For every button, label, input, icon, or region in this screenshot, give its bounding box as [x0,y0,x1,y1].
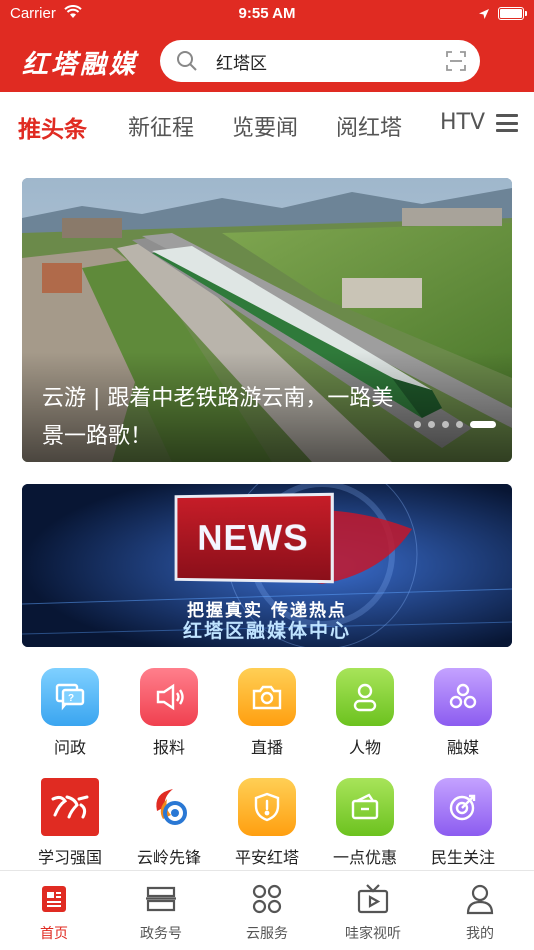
search-input[interactable] [216,48,416,74]
tab-tuitoutiao[interactable]: 推头条 [18,110,87,144]
news-center-banner[interactable]: NEWS 把握真实 传递热点 红塔区融媒体中心 [22,484,512,647]
nav-label: 哇家视听 [345,926,401,942]
news-badge-text: NEWS [197,516,309,559]
channel-tabs: 推头条 新征程 览要闻 阅红塔 HTV [0,92,534,158]
service-yidianyouhui[interactable]: 一点优惠 [325,778,405,868]
service-zhibo[interactable]: 直播 [227,668,307,758]
wallet-icon [336,778,394,836]
target-icon [434,778,492,836]
service-label: 直播 [250,738,283,757]
news-badge: NEWS [174,492,334,584]
tab-htv[interactable]: HTV [440,110,485,135]
nav-label: 我的 [466,926,494,942]
nav-home[interactable]: 首页 [14,881,94,943]
service-label: 报料 [152,738,185,757]
camera-icon [238,668,296,726]
yunling-logo-icon [140,778,198,836]
xuexi-logo-icon [41,778,99,836]
user-icon [440,881,520,917]
menu-icon[interactable] [496,114,518,132]
service-rongmei[interactable]: 融媒 [423,668,503,758]
carousel-dot[interactable] [456,421,463,428]
grid-icon [227,881,307,917]
battery-icon [498,7,527,20]
carousel-dot[interactable] [428,421,435,428]
stack-icon [121,881,201,917]
featured-banner[interactable]: 云游 | 跟着中老铁路游云南，一路美景一路歌！ [22,178,512,462]
app-header: Carrier 9:55 AM 红塔融媒 [0,0,534,92]
service-label: 民生关注 [430,848,495,867]
clock: 9:55 AM [238,5,296,22]
nav-label: 政务号 [140,926,182,942]
carousel-indicator [407,414,496,428]
service-label: 问政 [53,738,86,757]
person-icon [336,668,394,726]
tab-xinzhengcheng[interactable]: 新征程 [128,110,194,142]
app-logo: 红塔融媒 [22,50,139,80]
status-bar: Carrier 9:55 AM [0,0,534,28]
scan-icon[interactable] [446,51,466,75]
service-xuexiqiangguo[interactable]: 学习强国 [30,778,110,868]
nav-wode[interactable]: 我的 [440,881,520,943]
news-center-name: 红塔区融媒体中心 [182,620,351,642]
home-doc-icon [14,881,94,917]
nav-label: 云服务 [246,926,288,942]
banner-caption[interactable]: 云游 | 跟着中老铁路游云南，一路美景一路歌！ [42,380,402,456]
bottom-nav: 首页 政务号 云服务 哇家视听 我的 [0,870,534,950]
circles-icon [434,668,492,726]
svg-text:?: ? [68,693,74,704]
service-minshengguanzhu[interactable]: 民生关注 [423,778,503,868]
carousel-dot[interactable] [414,421,421,428]
service-baoliao[interactable]: 报料 [129,668,209,758]
tv-icon [333,881,413,917]
chat-icon: ? [41,668,99,726]
service-label: 平安红塔 [234,848,299,867]
carousel-dot[interactable] [442,421,449,428]
search-icon [176,50,198,76]
service-yunlingxianfeng[interactable]: 云岭先锋 [129,778,209,868]
service-renwu[interactable]: 人物 [325,668,405,758]
nav-wajiashiting[interactable]: 哇家视听 [333,881,413,943]
nav-label: 首页 [40,926,68,942]
shield-icon [238,778,296,836]
megaphone-icon [140,668,198,726]
service-label: 学习强国 [37,848,102,867]
nav-zhengwuhao[interactable]: 政务号 [121,881,201,943]
service-pinganhongta[interactable]: 平安红塔 [227,778,307,868]
service-wenzheng[interactable]: ? 问政 [30,668,110,758]
service-label: 云岭先锋 [136,848,201,867]
location-arrow-icon [478,6,490,24]
carousel-dot-active[interactable] [470,421,496,428]
search-bar[interactable] [160,40,480,82]
service-label: 融媒 [446,738,479,757]
service-label: 人物 [348,738,381,757]
tab-yuehongta[interactable]: 阅红塔 [336,110,402,142]
service-label: 一点优惠 [332,848,397,867]
nav-yunfuwu[interactable]: 云服务 [227,881,307,943]
tab-lanyaowen[interactable]: 览要闻 [232,110,298,142]
